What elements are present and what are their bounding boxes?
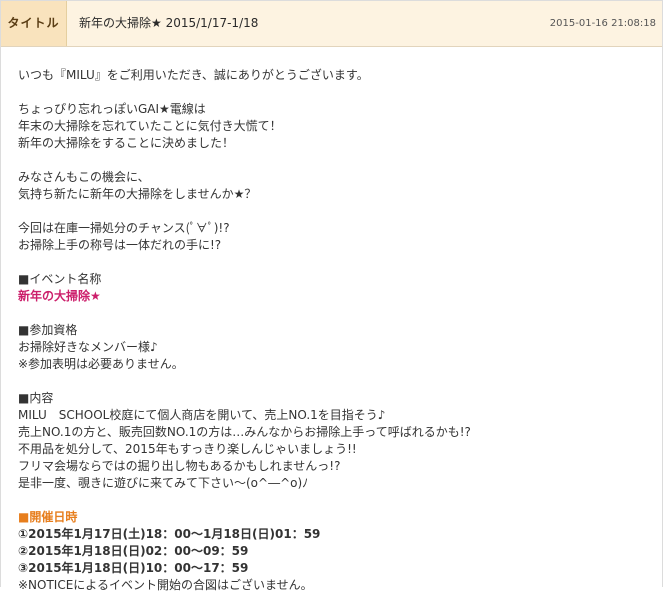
body-text: 年末の大掃除を忘れていたことに気付き大慌て！ <box>18 119 282 133</box>
notice-title: 新年の大掃除★ 2015/1/17-1/18 <box>79 16 259 30</box>
title-label: タイトル <box>1 1 67 46</box>
intro-text: いつも『MILU』をご利用いただき、誠にありがとうございます。 <box>18 68 369 82</box>
body-text: お掃除好きなメンバー様♪ <box>18 340 158 354</box>
notice-header: タイトル 新年の大掃除★ 2015/1/17-1/18 2015-01-16 2… <box>1 1 662 47</box>
body-text: 今回は在庫一掃処分のチャンス(ﾟ∀ﾟ)!? <box>18 221 230 235</box>
event-name-heading: ■イベント名称 <box>18 272 102 286</box>
schedule-note: ※NOTICEによるイベント開始の合図はございません。 <box>18 578 313 592</box>
notice-panel: タイトル 新年の大掃除★ 2015/1/17-1/18 2015-01-16 2… <box>0 0 663 592</box>
schedule-item: ①2015年1月17日(土)18：00～1月18日(日)01：59 <box>18 527 321 541</box>
body-text: みなさんもこの機会に、 <box>18 170 150 184</box>
body-text: 売上NO.1の方と、販売回数NO.1の方は…みんなからお掃除上手って呼ばれるかも… <box>18 425 471 439</box>
posted-date: 2015-01-16 21:08:18 <box>549 18 656 29</box>
body-text: フリマ会場ならではの掘り出し物もあるかもしれませんっ!? <box>18 459 341 473</box>
schedule-item: ③2015年1月18日(日)10：00～17：59 <box>18 561 249 575</box>
body-text: お掃除上手の称号は一体だれの手に!? <box>18 238 222 252</box>
body-text: 気持ち新たに新年の大掃除をしませんか★？ <box>18 187 257 201</box>
event-name-value: 新年の大掃除★ <box>18 289 101 303</box>
notice-body: いつも『MILU』をご利用いただき、誠にありがとうございます。 ちょっぴり忘れっ… <box>18 67 654 594</box>
body-text: 不用品を処分して、2015年もすっきり楽しんじゃいましょう!! <box>18 442 357 456</box>
body-text: ※参加表明は必要ありません。 <box>18 357 184 371</box>
body-text: ちょっぴり忘れっぽいGAI★電線は <box>18 102 206 116</box>
details-heading: ■内容 <box>18 391 54 405</box>
body-text: 新年の大掃除をすることに決めました！ <box>18 136 235 150</box>
schedule-heading: ■開催日時 <box>18 510 78 524</box>
schedule-item: ②2015年1月18日(日)02：00～09：59 <box>18 544 249 558</box>
body-text: 是非一度、覗きに遊びに来てみて下さい～(o^―^o)ﾉ <box>18 476 309 490</box>
body-text: MILU SCHOOL校庭にて個人商店を開いて、売上NO.1を目指そう♪ <box>18 408 386 422</box>
eligibility-heading: ■参加資格 <box>18 323 78 337</box>
